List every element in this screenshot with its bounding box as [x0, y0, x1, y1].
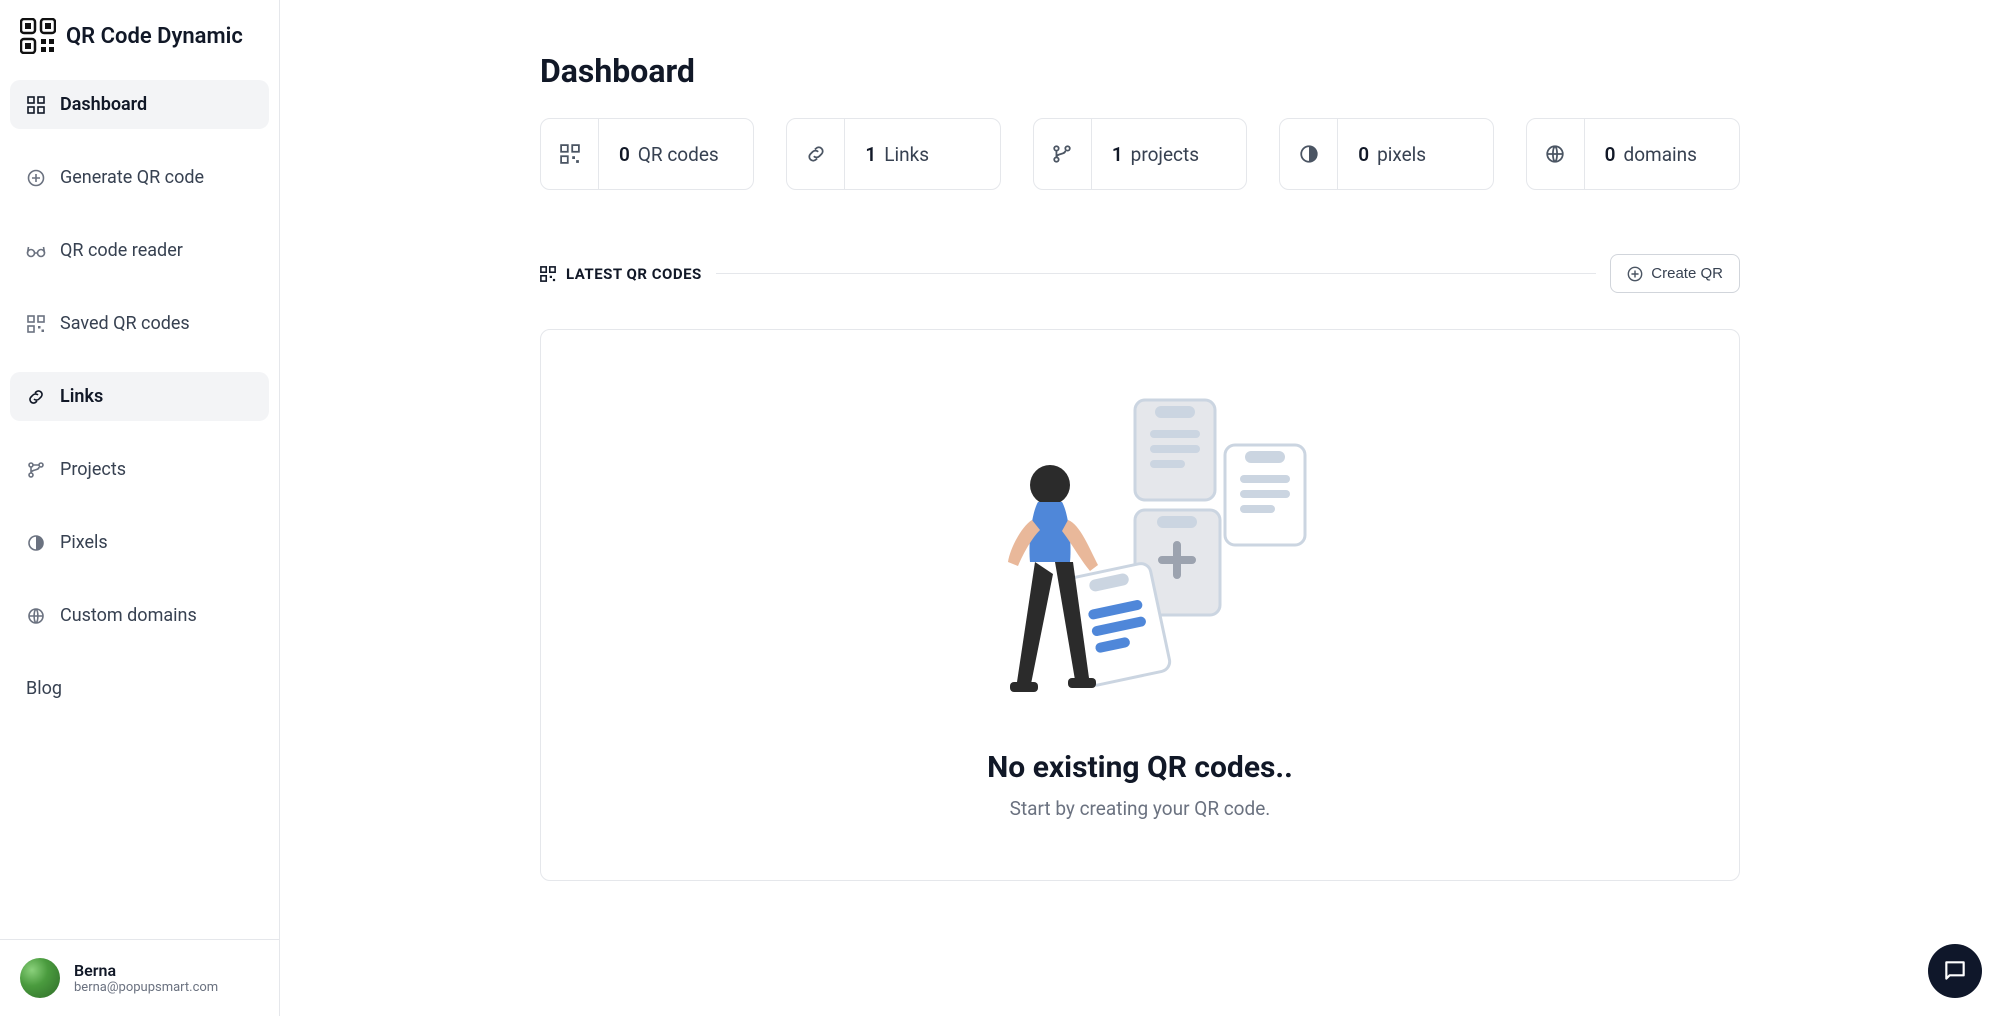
sidebar-item-generate-qr[interactable]: Generate QR code — [10, 153, 269, 202]
stat-value: 1 — [1112, 143, 1123, 166]
sidebar-item-label: Saved QR codes — [60, 313, 190, 334]
user-email: berna@popupsmart.com — [74, 980, 218, 995]
sidebar-nav: Dashboard Generate QR code QR code reade… — [0, 72, 279, 939]
stats-row: 0 QR codes 1 Links 1 projects — [540, 118, 1740, 190]
stat-label: pixels — [1377, 143, 1426, 166]
sidebar-item-label: QR code reader — [60, 240, 183, 261]
qr-icon — [26, 314, 46, 334]
create-qr-button[interactable]: Create QR — [1610, 254, 1740, 293]
empty-state-title: No existing QR codes.. — [987, 750, 1293, 785]
glasses-icon — [26, 241, 46, 261]
sidebar-item-blog[interactable]: Blog — [10, 664, 269, 713]
plus-circle-icon — [1627, 266, 1643, 282]
page-title: Dashboard — [540, 52, 1740, 90]
globe-icon — [26, 606, 46, 626]
sidebar-item-qr-reader[interactable]: QR code reader — [10, 226, 269, 275]
stat-label: projects — [1131, 143, 1199, 166]
empty-state-subtitle: Start by creating your QR code. — [1010, 797, 1271, 820]
stat-card-pixels[interactable]: 0 pixels — [1279, 118, 1493, 190]
stat-card-projects[interactable]: 1 projects — [1033, 118, 1247, 190]
section-title-text: LATEST QR CODES — [566, 265, 702, 283]
branch-icon — [26, 460, 46, 480]
stat-value: 0 — [1358, 143, 1369, 166]
logo-icon — [20, 18, 56, 54]
user-name: Berna — [74, 961, 218, 980]
chat-widget-button[interactable] — [1928, 944, 1982, 998]
section-header: LATEST QR CODES Create QR — [540, 254, 1740, 293]
logo[interactable]: QR Code Dynamic — [0, 0, 279, 72]
sidebar-item-label: Custom domains — [60, 605, 197, 626]
empty-state-card: No existing QR codes.. Start by creating… — [540, 329, 1740, 881]
sidebar-item-label: Dashboard — [60, 94, 147, 115]
stat-label: domains — [1623, 143, 1696, 166]
stat-value: 1 — [865, 143, 876, 166]
main-content: Dashboard 0 QR codes 1 Links — [280, 0, 2000, 1016]
globe-icon — [1527, 119, 1585, 189]
stat-label: QR codes — [638, 143, 719, 166]
logo-text: QR Code Dynamic — [66, 24, 243, 49]
stat-card-qr-codes[interactable]: 0 QR codes — [540, 118, 754, 190]
sidebar-item-label: Projects — [60, 459, 126, 480]
stat-value: 0 — [619, 143, 630, 166]
sidebar-item-links[interactable]: Links — [10, 372, 269, 421]
contrast-icon — [26, 533, 46, 553]
sidebar-item-saved-qr[interactable]: Saved QR codes — [10, 299, 269, 348]
sidebar: QR Code Dynamic Dashboard Generate QR co… — [0, 0, 280, 1016]
sidebar-item-label: Blog — [26, 678, 62, 699]
sidebar-item-pixels[interactable]: Pixels — [10, 518, 269, 567]
stat-card-links[interactable]: 1 Links — [786, 118, 1000, 190]
link-icon — [26, 387, 46, 407]
user-profile[interactable]: Berna berna@popupsmart.com — [0, 939, 279, 1016]
grid-icon — [26, 95, 46, 115]
avatar — [20, 958, 60, 998]
chat-icon — [1942, 958, 1968, 984]
stat-value: 0 — [1605, 143, 1616, 166]
stat-card-domains[interactable]: 0 domains — [1526, 118, 1740, 190]
stat-label: Links — [884, 143, 929, 166]
create-qr-label: Create QR — [1651, 265, 1723, 282]
sidebar-item-label: Links — [60, 386, 103, 407]
sidebar-item-custom-domains[interactable]: Custom domains — [10, 591, 269, 640]
divider — [716, 273, 1597, 274]
qr-icon — [540, 266, 556, 282]
empty-state-illustration — [960, 370, 1320, 730]
sidebar-item-dashboard[interactable]: Dashboard — [10, 80, 269, 129]
plus-circle-icon — [26, 168, 46, 188]
sidebar-item-label: Pixels — [60, 532, 108, 553]
contrast-icon — [1280, 119, 1338, 189]
sidebar-item-label: Generate QR code — [60, 167, 204, 188]
sidebar-item-projects[interactable]: Projects — [10, 445, 269, 494]
link-icon — [787, 119, 845, 189]
qr-icon — [541, 119, 599, 189]
branch-icon — [1034, 119, 1092, 189]
